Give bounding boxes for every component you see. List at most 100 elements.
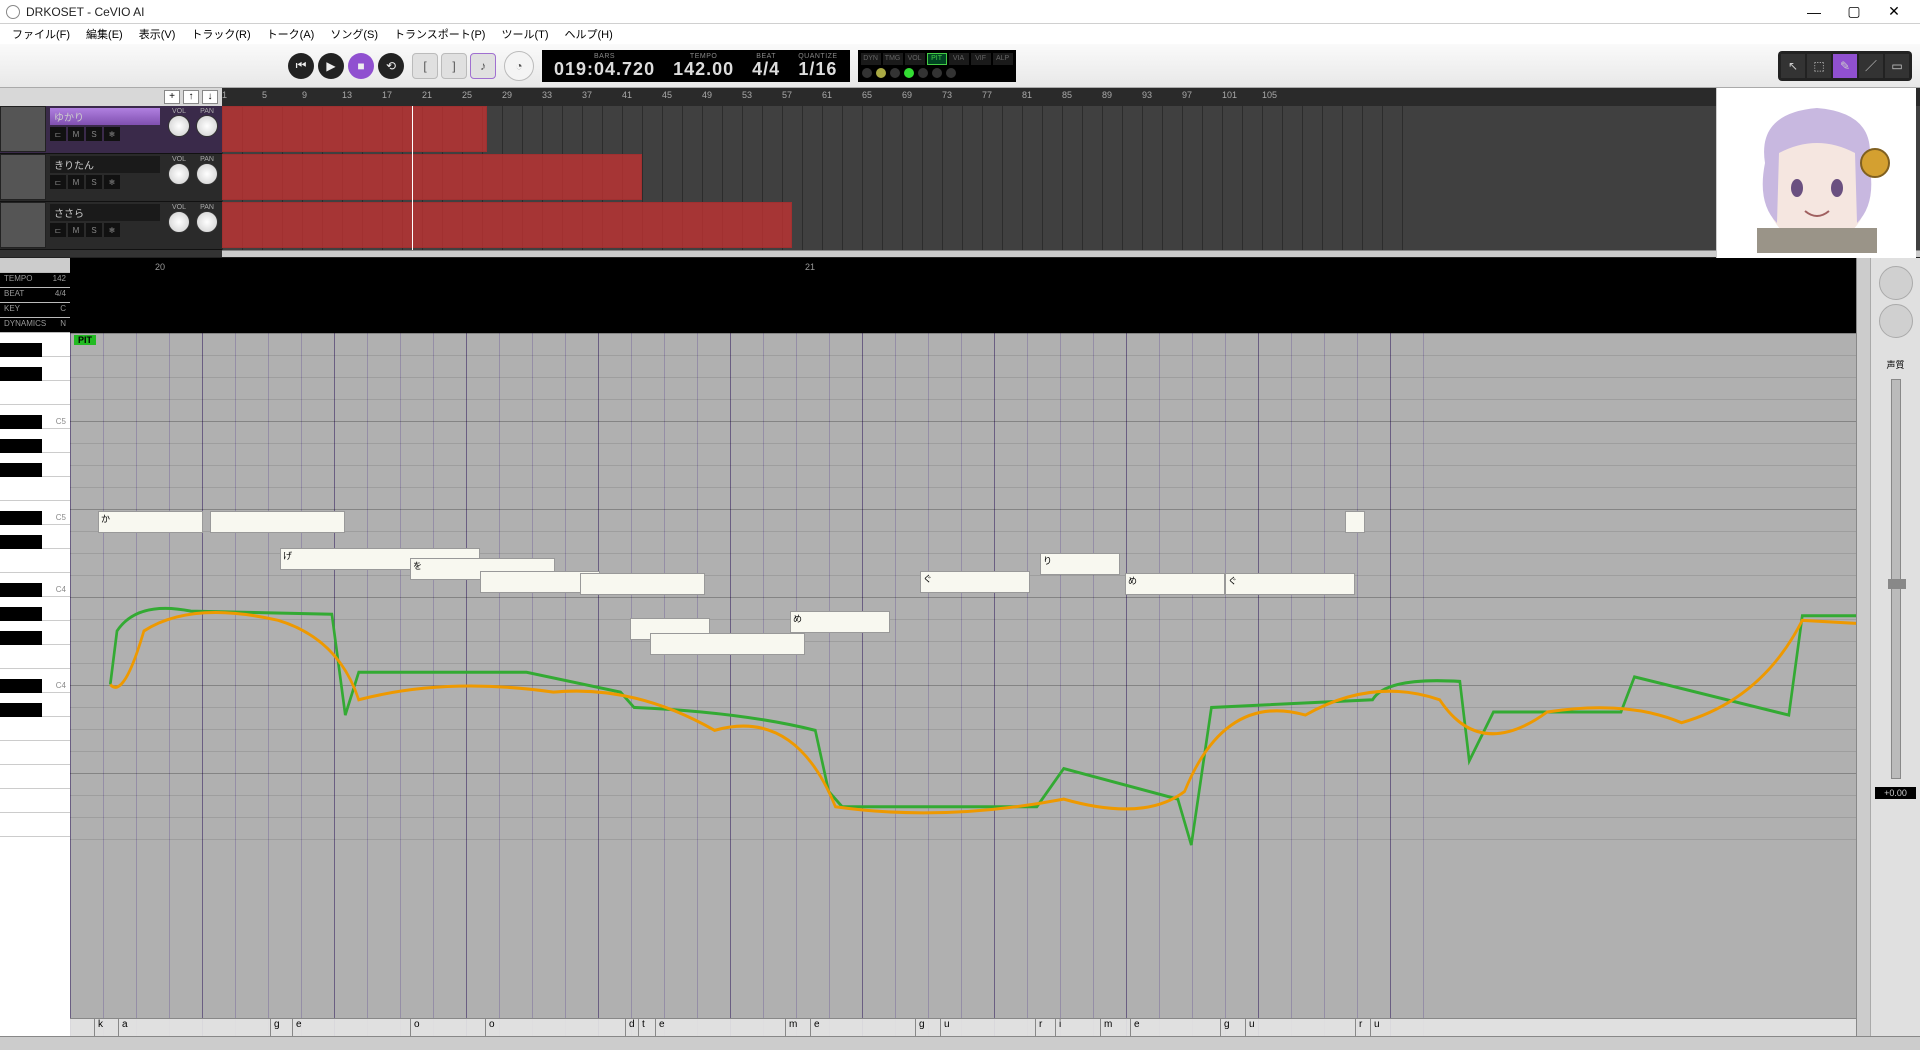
stop-button[interactable]: ■ — [348, 53, 374, 79]
phoneme[interactable]: d — [625, 1019, 635, 1036]
track-button[interactable]: S — [86, 175, 102, 189]
bars-value[interactable]: 019:04.720 — [554, 60, 655, 78]
add-track-button[interactable]: + — [164, 90, 180, 104]
track-name[interactable]: ゆかり — [50, 108, 160, 125]
pointer-tool[interactable]: ↖ — [1781, 54, 1805, 78]
quantize-value[interactable]: 1/16 — [798, 60, 837, 78]
pr-key-value[interactable]: C — [60, 304, 66, 313]
track-button[interactable]: ⊏ — [50, 175, 66, 189]
phoneme[interactable]: u — [1245, 1019, 1255, 1036]
phoneme[interactable]: i — [1055, 1019, 1061, 1036]
phoneme[interactable]: m — [785, 1019, 797, 1036]
phoneme[interactable]: r — [1355, 1019, 1362, 1036]
arrangement-timeline[interactable]: 1591317212529333741454953576165697377818… — [222, 88, 1920, 257]
beat-value[interactable]: 4/4 — [752, 60, 780, 78]
line-tool[interactable]: ／ — [1859, 54, 1883, 78]
audio-clip[interactable] — [222, 202, 792, 248]
phoneme[interactable]: k — [94, 1019, 103, 1036]
track-button[interactable]: S — [86, 223, 102, 237]
timeline-hscroll[interactable] — [222, 250, 1920, 257]
tool-a-button[interactable]: [ — [412, 53, 438, 79]
phoneme[interactable]: e — [1130, 1019, 1140, 1036]
track-button[interactable]: M — [68, 175, 84, 189]
rewind-button[interactable]: ⏮ — [288, 53, 314, 79]
track-name[interactable]: ささら — [50, 204, 160, 221]
menu-item[interactable]: トランスポート(P) — [386, 24, 493, 44]
track-header[interactable]: ささら ⊏MS❄ VOL PAN — [0, 202, 222, 250]
maximize-button[interactable]: ▢ — [1834, 0, 1874, 24]
phoneme[interactable]: e — [655, 1019, 665, 1036]
phoneme[interactable]: t — [638, 1019, 645, 1036]
pan-knob[interactable] — [196, 163, 218, 185]
indicator-vif[interactable]: VIF — [971, 53, 991, 65]
menu-item[interactable]: ファイル(F) — [4, 24, 78, 44]
phoneme[interactable]: g — [1220, 1019, 1230, 1036]
pianoroll-hscroll[interactable] — [0, 1036, 1920, 1050]
track-button[interactable]: S — [86, 127, 102, 141]
indicator-via[interactable]: VIA — [949, 53, 969, 65]
emotion-dial-2[interactable] — [1879, 304, 1913, 338]
track-button[interactable]: ⊏ — [50, 223, 66, 237]
voice-quality-slider[interactable] — [1891, 379, 1901, 779]
note[interactable]: め — [790, 611, 890, 633]
indicator-tmg[interactable]: TMG — [883, 53, 903, 65]
vol-knob[interactable] — [168, 115, 190, 137]
note[interactable] — [1345, 511, 1365, 533]
vol-knob[interactable] — [168, 163, 190, 185]
menu-item[interactable]: ソング(S) — [322, 24, 386, 44]
vol-knob[interactable] — [168, 211, 190, 233]
pianoroll-ruler[interactable]: 2021 — [70, 258, 1856, 333]
minimize-button[interactable]: — — [1794, 0, 1834, 24]
piano-keyboard[interactable]: C5C5C4C4 — [0, 333, 70, 1036]
pan-knob[interactable] — [196, 115, 218, 137]
play-button[interactable]: ▶ — [318, 53, 344, 79]
note[interactable] — [580, 573, 705, 595]
pianoroll-grid[interactable]: PIT kageoodtemegurimeguru かげをめぐりめぐ — [70, 333, 1856, 1036]
emotion-dial-1[interactable] — [1879, 266, 1913, 300]
tool-b-button[interactable]: ] — [441, 53, 467, 79]
pan-knob[interactable] — [196, 211, 218, 233]
track-down-button[interactable]: ↓ — [202, 90, 218, 104]
note[interactable] — [210, 511, 345, 533]
track-header[interactable]: きりたん ⊏MS❄ VOL PAN — [0, 154, 222, 202]
track-button[interactable]: ⊏ — [50, 127, 66, 141]
indicator-alp[interactable]: ALP — [993, 53, 1013, 65]
loop-button[interactable]: ⟲ — [378, 53, 404, 79]
select-tool[interactable]: ⬚ — [1807, 54, 1831, 78]
phoneme[interactable]: u — [1370, 1019, 1380, 1036]
note[interactable]: り — [1040, 553, 1120, 575]
indicator-pit[interactable]: PIT — [927, 53, 947, 65]
menu-item[interactable]: 表示(V) — [131, 24, 184, 44]
bar-ruler[interactable]: 1591317212529333741454953576165697377818… — [222, 88, 1920, 106]
note[interactable]: ぐ — [1225, 573, 1355, 595]
menu-item[interactable]: トラック(R) — [183, 24, 258, 44]
track-button[interactable]: M — [68, 127, 84, 141]
phoneme-bar[interactable]: kageoodtemegurimeguru — [70, 1018, 1856, 1036]
phoneme[interactable]: g — [915, 1019, 925, 1036]
erase-tool[interactable]: ▭ — [1885, 54, 1909, 78]
note[interactable]: め — [1125, 573, 1225, 595]
playhead[interactable] — [412, 106, 413, 250]
phoneme[interactable]: u — [940, 1019, 950, 1036]
track-button[interactable]: ❄ — [104, 223, 120, 237]
tracks-body[interactable] — [222, 106, 1920, 250]
track-button[interactable]: M — [68, 223, 84, 237]
phoneme[interactable]: e — [810, 1019, 820, 1036]
tempo-value[interactable]: 142.00 — [673, 60, 734, 78]
phoneme[interactable]: a — [118, 1019, 128, 1036]
phoneme[interactable]: m — [1100, 1019, 1112, 1036]
audio-clip[interactable] — [222, 154, 642, 200]
track-up-button[interactable]: ↑ — [183, 90, 199, 104]
note[interactable]: か — [98, 511, 203, 533]
track-button[interactable]: ❄ — [104, 127, 120, 141]
pit-mode-label[interactable]: PIT — [74, 335, 96, 345]
menu-item[interactable]: 編集(E) — [78, 24, 131, 44]
phoneme[interactable]: g — [270, 1019, 280, 1036]
menu-item[interactable]: トーク(A) — [259, 24, 323, 44]
pen-tool[interactable]: ✎ — [1833, 54, 1857, 78]
menu-item[interactable]: ツール(T) — [493, 24, 556, 44]
pr-beat-value[interactable]: 4/4 — [55, 289, 66, 298]
track-name[interactable]: きりたん — [50, 156, 160, 173]
tool-c-button[interactable]: ♪ — [470, 53, 496, 79]
phoneme[interactable]: o — [485, 1019, 495, 1036]
